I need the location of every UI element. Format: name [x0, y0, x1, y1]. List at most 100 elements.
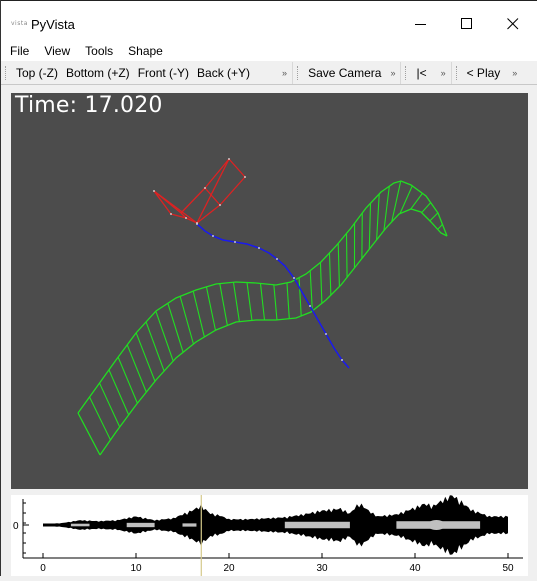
- wing-rib: [310, 271, 312, 311]
- wing-rib: [347, 233, 348, 277]
- window-title: PyVista: [31, 17, 75, 32]
- wing-rib: [422, 203, 431, 213]
- trajectory-point: [325, 333, 327, 335]
- wing-rib: [180, 296, 193, 344]
- wing-rib: [384, 186, 389, 230]
- x-tick-label: 10: [130, 563, 142, 574]
- wing-rib: [233, 282, 239, 321]
- trajectory-point: [276, 258, 278, 260]
- toolbar-extension-icon[interactable]: »: [512, 68, 517, 78]
- wing-rib: [168, 303, 183, 352]
- body-vertex: [153, 190, 155, 192]
- wing-rib: [146, 322, 164, 371]
- window-edge: [528, 85, 537, 576]
- play-button[interactable]: < Play: [463, 66, 505, 80]
- x-tick-label: 40: [409, 563, 421, 574]
- camera-views-toolbar: Top (-Z) Bottom (+Z) Front (-Y) Back (+Y…: [1, 61, 292, 84]
- wing-rib: [260, 283, 264, 320]
- wing-rib: [100, 383, 120, 427]
- body-edge: [197, 205, 220, 223]
- playback-toolbar: < Play »: [452, 61, 523, 84]
- wing-rib: [78, 413, 100, 455]
- signal-inner-band: [127, 523, 155, 527]
- title-bar[interactable]: vista PyVista: [1, 0, 537, 40]
- front-view-button[interactable]: Front (-Y): [134, 66, 193, 80]
- wing-rib: [438, 224, 443, 229]
- wing-rib: [338, 243, 339, 286]
- menu-file[interactable]: File: [10, 44, 29, 58]
- wing-rib: [193, 291, 204, 337]
- signal-plot-panel[interactable]: 001020304050: [11, 495, 528, 576]
- rewind-button[interactable]: |<: [412, 66, 430, 80]
- toolbar-grip-handle[interactable]: [405, 66, 408, 80]
- x-tick-label: 20: [223, 563, 235, 574]
- menu-bar: File View Tools Shape: [1, 40, 537, 61]
- body-edge: [229, 159, 245, 177]
- maximize-icon: [461, 18, 473, 30]
- rewind-toolbar: |< »: [401, 61, 450, 84]
- top-view-button[interactable]: Top (-Z): [12, 66, 62, 80]
- wing-trailing-edge: [100, 209, 447, 455]
- wing-rib: [377, 194, 380, 240]
- bottom-view-button[interactable]: Bottom (+Z): [62, 66, 134, 80]
- wing-rib: [430, 213, 438, 221]
- close-button[interactable]: [491, 11, 535, 37]
- toolbar-extension-icon[interactable]: »: [441, 68, 446, 78]
- x-tick-label: 50: [502, 563, 514, 574]
- signal-inner-band: [71, 524, 90, 527]
- wing-rib: [329, 253, 330, 295]
- wing-rib: [274, 285, 277, 320]
- body-vertex: [170, 213, 172, 215]
- body-frame-mesh: [153, 158, 246, 224]
- trajectory-point: [258, 247, 260, 249]
- wing-rib: [90, 397, 111, 440]
- back-view-button[interactable]: Back (+Y): [193, 66, 254, 80]
- body-edge: [220, 177, 245, 205]
- body-vertex: [204, 187, 206, 189]
- trajectory-path: [197, 224, 349, 368]
- menu-tools[interactable]: Tools: [85, 44, 113, 58]
- wing-rib: [156, 311, 173, 361]
- wing-rib: [392, 181, 401, 222]
- wing-rib: [247, 283, 252, 321]
- x-tick-label: 0: [40, 563, 46, 574]
- signal-inner-band: [285, 522, 350, 528]
- body-vertex: [196, 222, 198, 224]
- minimize-button[interactable]: [399, 11, 443, 37]
- wing-rib: [411, 193, 423, 209]
- trajectory-point: [341, 359, 343, 361]
- toolbar-grip-handle[interactable]: [5, 66, 8, 80]
- menu-view[interactable]: View: [44, 44, 70, 58]
- wing-rib: [299, 278, 301, 316]
- wing-rib: [287, 283, 289, 319]
- wing-rib: [369, 203, 370, 249]
- maximize-button[interactable]: [445, 11, 489, 37]
- close-icon: [507, 18, 519, 30]
- body-vertex: [219, 204, 221, 206]
- pyvista-logo-icon: vista: [11, 20, 28, 27]
- toolbar-extension-icon[interactable]: »: [390, 68, 395, 78]
- camera-toolbar: Save Camera »: [293, 61, 400, 84]
- body-vertex: [185, 217, 187, 219]
- wing-rib: [206, 287, 215, 330]
- body-vertex: [228, 158, 230, 160]
- toolbar-extension-icon[interactable]: »: [282, 68, 287, 78]
- scene-svg: [11, 93, 528, 489]
- trajectory-point: [212, 235, 214, 237]
- signal-plot-svg: 001020304050: [11, 495, 528, 576]
- minimize-icon: [415, 18, 427, 30]
- pyvista-window: vista PyVista File View Tools Shape Top …: [0, 0, 537, 576]
- signal-inner-band: [183, 523, 197, 526]
- trajectory-point: [293, 277, 295, 279]
- trajectory-line: [196, 223, 349, 368]
- menu-shape[interactable]: Shape: [128, 44, 163, 58]
- wing-surface-mesh: [78, 181, 447, 455]
- toolbar-grip-handle[interactable]: [456, 66, 459, 80]
- body-edge: [181, 188, 205, 213]
- save-camera-button[interactable]: Save Camera: [304, 66, 385, 80]
- trajectory-point: [309, 305, 311, 307]
- signal-inner-band: [427, 520, 445, 530]
- toolbar: Top (-Z) Bottom (+Z) Front (-Y) Back (+Y…: [1, 61, 537, 85]
- 3d-render-viewport[interactable]: Time: 17.020: [11, 93, 528, 489]
- toolbar-grip-handle[interactable]: [297, 66, 300, 80]
